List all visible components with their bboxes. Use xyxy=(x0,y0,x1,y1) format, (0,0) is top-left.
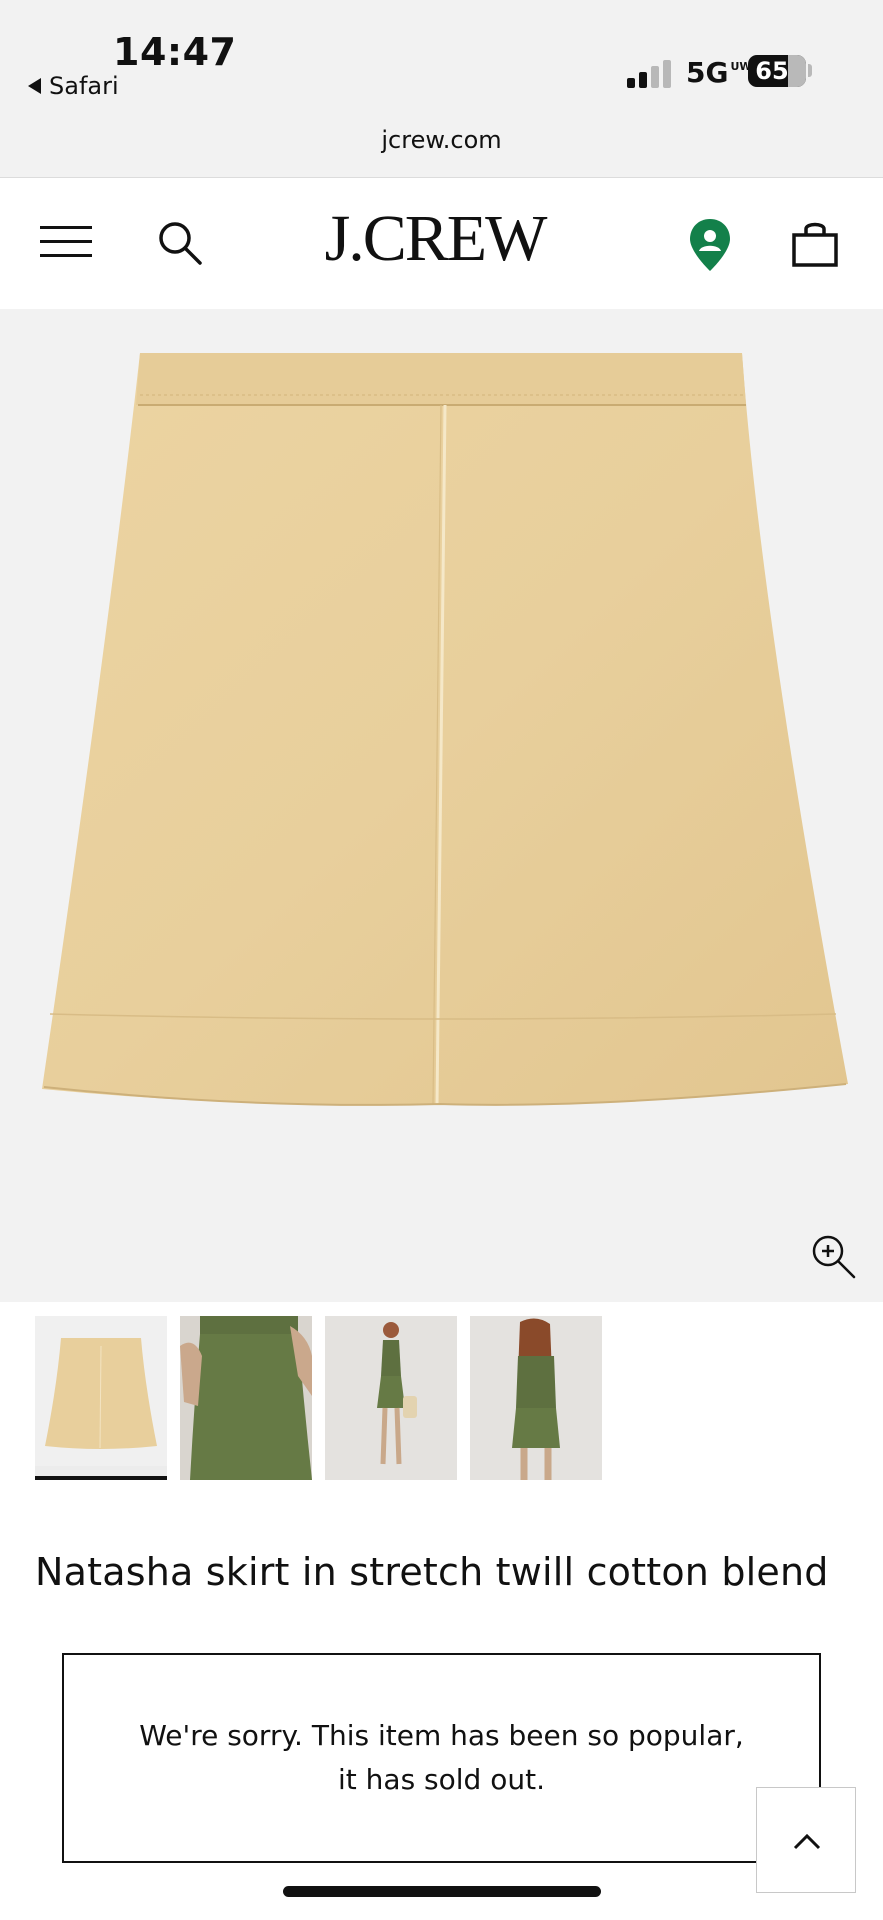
thumbnail-4[interactable] xyxy=(470,1316,602,1482)
site-header: J.CREW xyxy=(0,179,883,309)
selected-thumbnail-indicator xyxy=(35,1476,167,1480)
zoom-in-icon[interactable] xyxy=(808,1231,858,1281)
brand-logo[interactable]: J.CREW xyxy=(300,201,570,277)
battery-level: 65 xyxy=(755,57,789,85)
back-app-label: Safari xyxy=(49,72,119,100)
clock: 14:47 xyxy=(113,30,237,74)
product-image[interactable] xyxy=(0,309,883,1302)
signal-strength-icon xyxy=(627,58,673,88)
battery-cap xyxy=(808,64,812,77)
sold-out-line-1: We're sorry. This item has been so popul… xyxy=(139,1719,744,1752)
thumbnail-1-image xyxy=(35,1316,167,1480)
back-to-top-button[interactable] xyxy=(756,1787,856,1893)
location-icon[interactable] xyxy=(686,217,734,273)
thumbnail-1[interactable] xyxy=(35,1316,167,1482)
address-bar-url[interactable]: jcrew.com xyxy=(0,126,883,154)
thumbnail-3[interactable] xyxy=(325,1316,457,1482)
home-indicator[interactable] xyxy=(283,1886,601,1897)
back-arrow-icon xyxy=(28,78,41,94)
chevron-up-icon xyxy=(793,1833,821,1850)
thumbnail-2[interactable] xyxy=(180,1316,312,1482)
menu-icon[interactable] xyxy=(40,226,92,262)
skirt-image xyxy=(42,353,848,1106)
thumbnail-2-image xyxy=(180,1316,312,1480)
sold-out-message: We're sorry. This item has been so popul… xyxy=(139,1714,744,1802)
shopping-bag-icon[interactable] xyxy=(790,219,840,269)
sold-out-line-2: it has sold out. xyxy=(338,1763,545,1796)
thumbnail-4-image xyxy=(470,1316,602,1480)
thumbnail-3-image xyxy=(325,1316,457,1480)
network-label: 5G xyxy=(686,56,729,89)
search-icon[interactable] xyxy=(156,219,204,267)
network-badge: UW xyxy=(730,60,752,73)
status-bar: 14:47 Safari 5G UW 65 jcrew.com xyxy=(0,0,883,178)
thumbnail-strip xyxy=(35,1316,602,1482)
back-to-safari[interactable]: Safari xyxy=(28,72,119,100)
sold-out-notice: We're sorry. This item has been so popul… xyxy=(62,1653,821,1863)
product-title: Natasha skirt in stretch twill cotton bl… xyxy=(35,1550,829,1594)
network-indicator: 5G UW xyxy=(686,56,752,89)
battery-icon: 65 xyxy=(748,55,806,87)
